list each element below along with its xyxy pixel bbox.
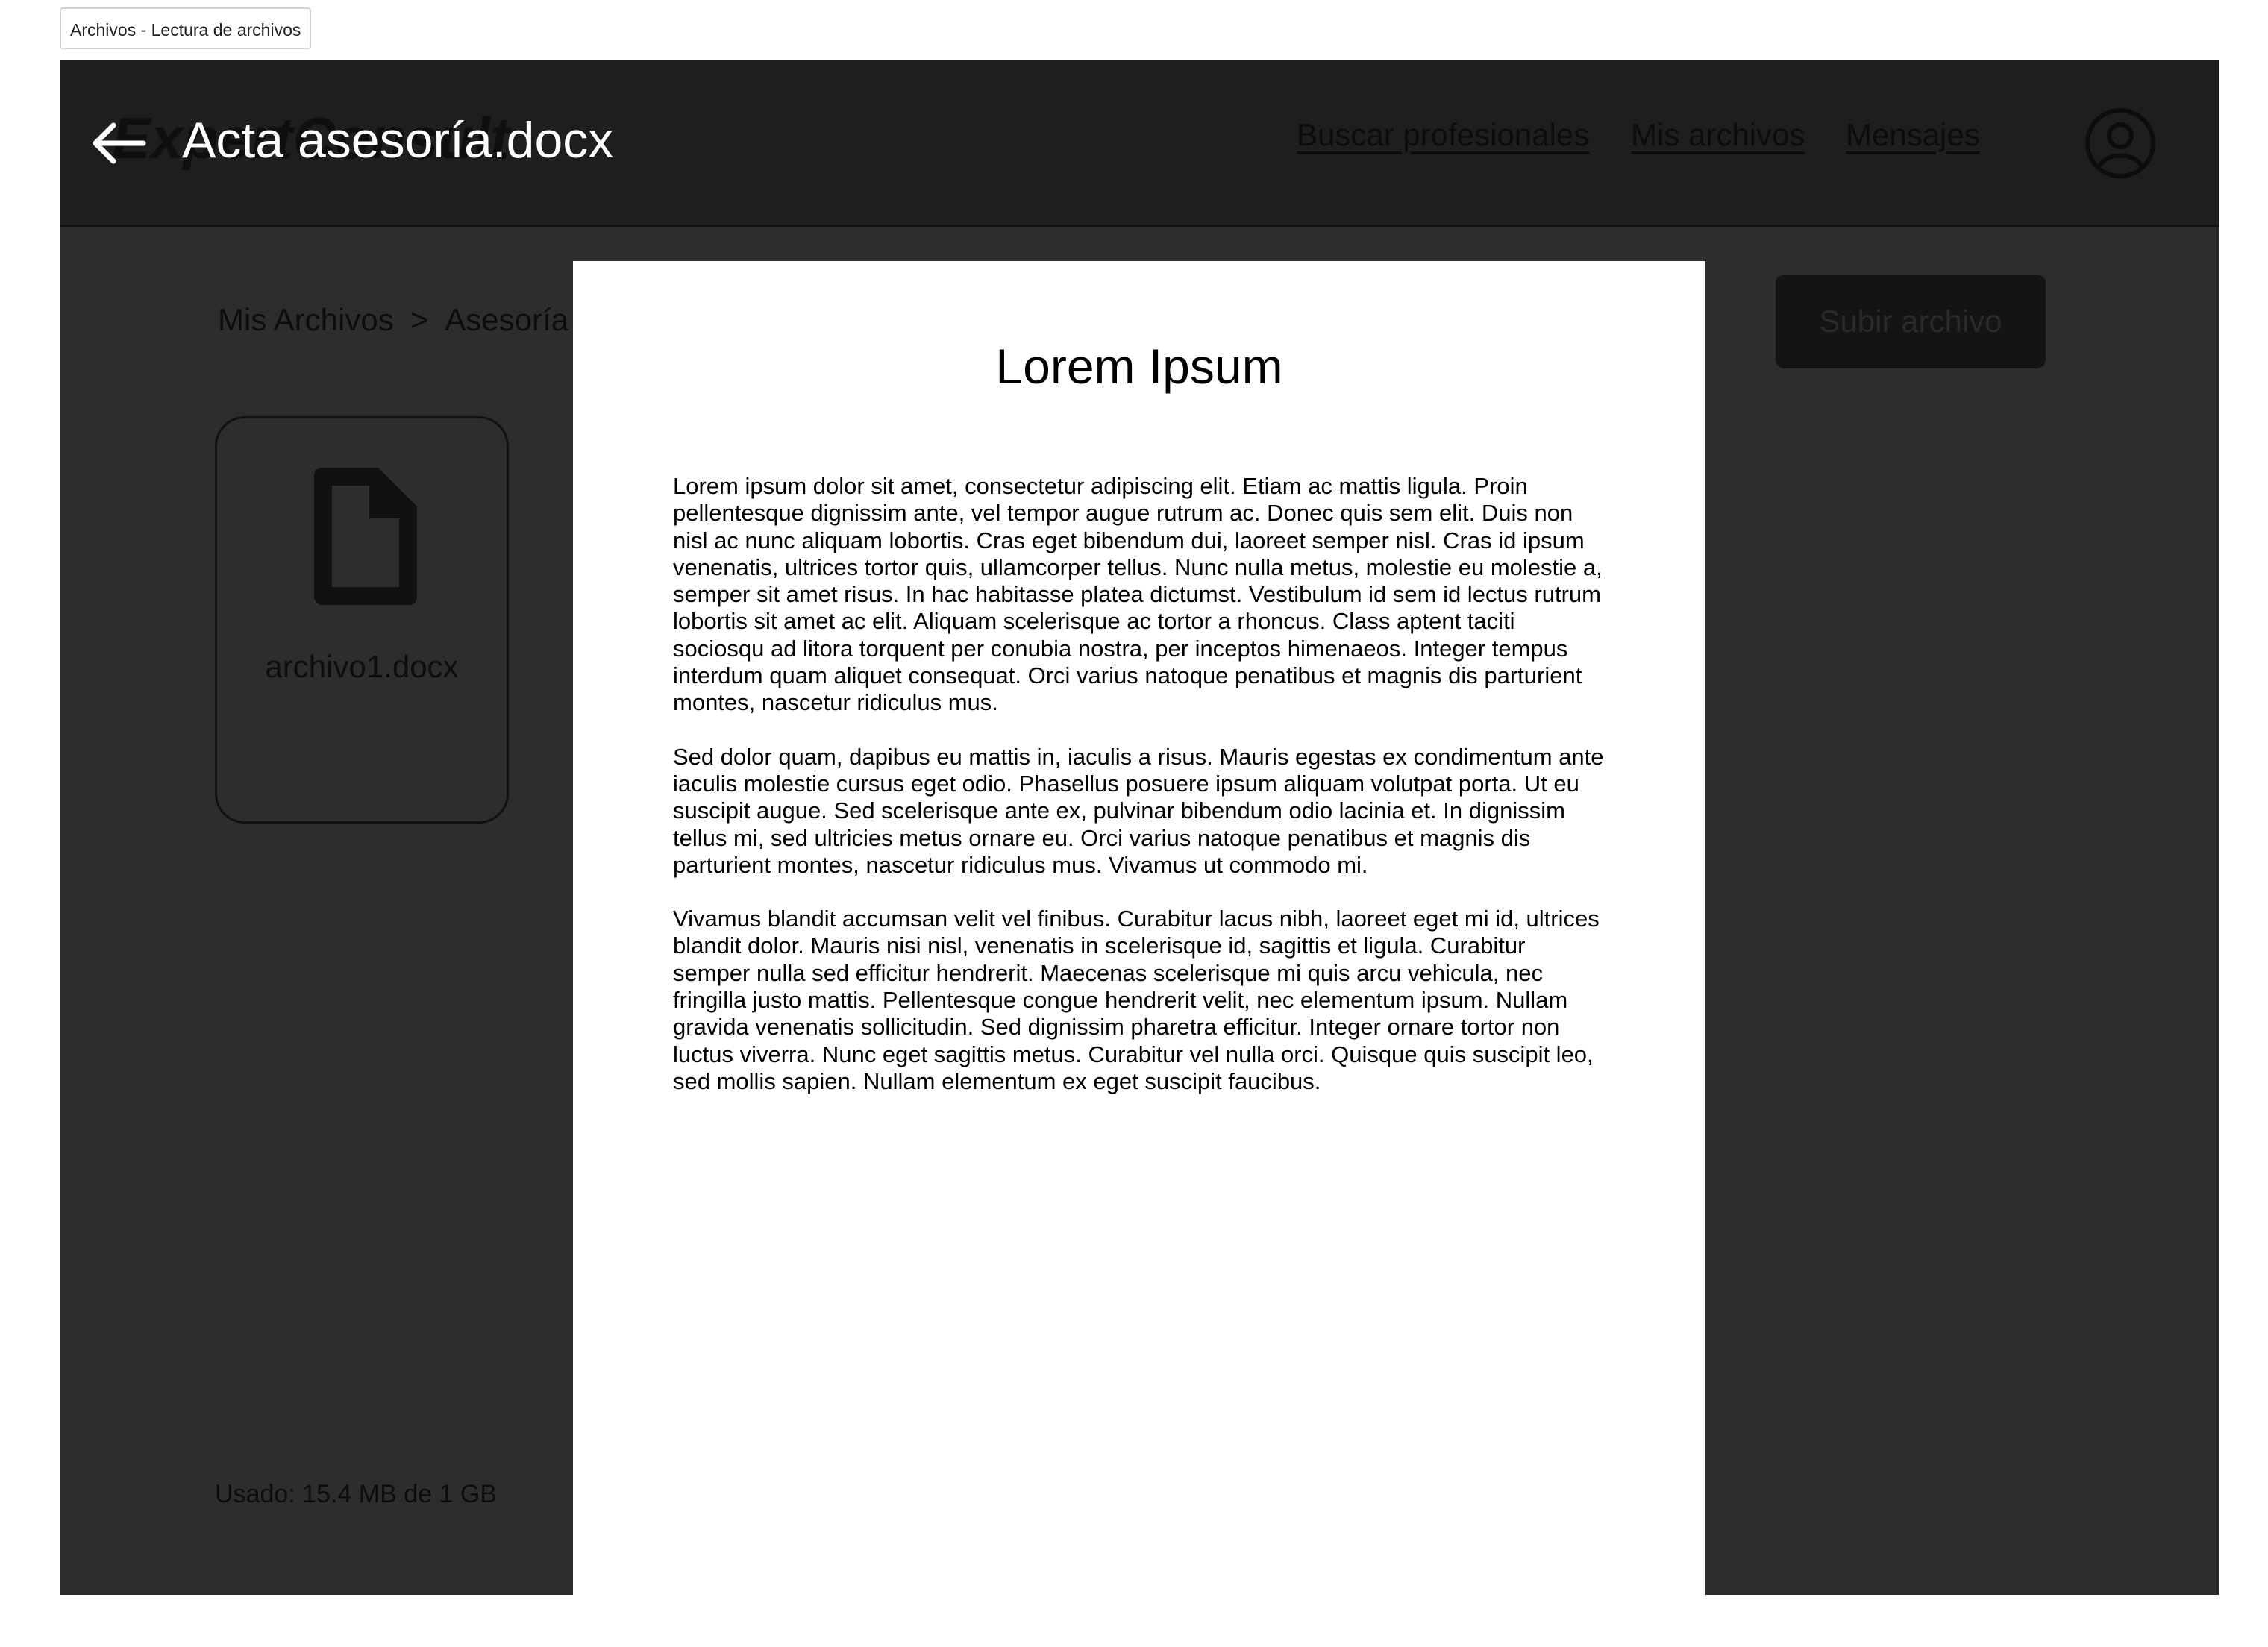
- breadcrumb-separator: >: [410, 302, 429, 337]
- file-name: archivo1.docx: [265, 649, 459, 684]
- arrow-left-icon[interactable]: [90, 121, 146, 166]
- document-paragraph: Lorem ipsum dolor sit amet, consectetur …: [673, 473, 1603, 716]
- document-title: Acta asesoría.docx: [182, 112, 614, 169]
- frame-label: Archivos - Lectura de archivos: [60, 7, 312, 49]
- nav-link-mensajes[interactable]: Mensajes: [1846, 119, 1980, 151]
- breadcrumb-current: Asesoría: [445, 302, 568, 337]
- app-window: ExpertConsult Buscar profesionales Mis a…: [60, 60, 2219, 1595]
- file-card[interactable]: archivo1.docx: [215, 416, 509, 824]
- document-icon: [314, 468, 417, 605]
- storage-usage: Usado: 15.4 MB de 1 GB: [215, 1480, 497, 1508]
- upload-file-button[interactable]: Subir archivo: [1776, 274, 2046, 368]
- document-paragraph: Sed dolor quam, dapibus eu mattis in, ia…: [673, 743, 1604, 878]
- document-paragraph: Vivamus blandit accumsan velit vel finib…: [673, 906, 1600, 1094]
- document-heading: Lorem Ipsum: [995, 339, 1283, 394]
- nav-link-buscar-profesionales[interactable]: Buscar profesionales: [1297, 119, 1589, 151]
- user-circle-icon[interactable]: [2084, 107, 2156, 179]
- nav-link-mis-archivos[interactable]: Mis archivos: [1631, 119, 1805, 151]
- breadcrumb: Mis Archivos > Asesoría: [218, 304, 568, 336]
- breadcrumb-root[interactable]: Mis Archivos: [218, 302, 394, 337]
- document-page: Lorem Ipsum Lorem ipsum dolor sit amet, …: [573, 261, 1705, 1595]
